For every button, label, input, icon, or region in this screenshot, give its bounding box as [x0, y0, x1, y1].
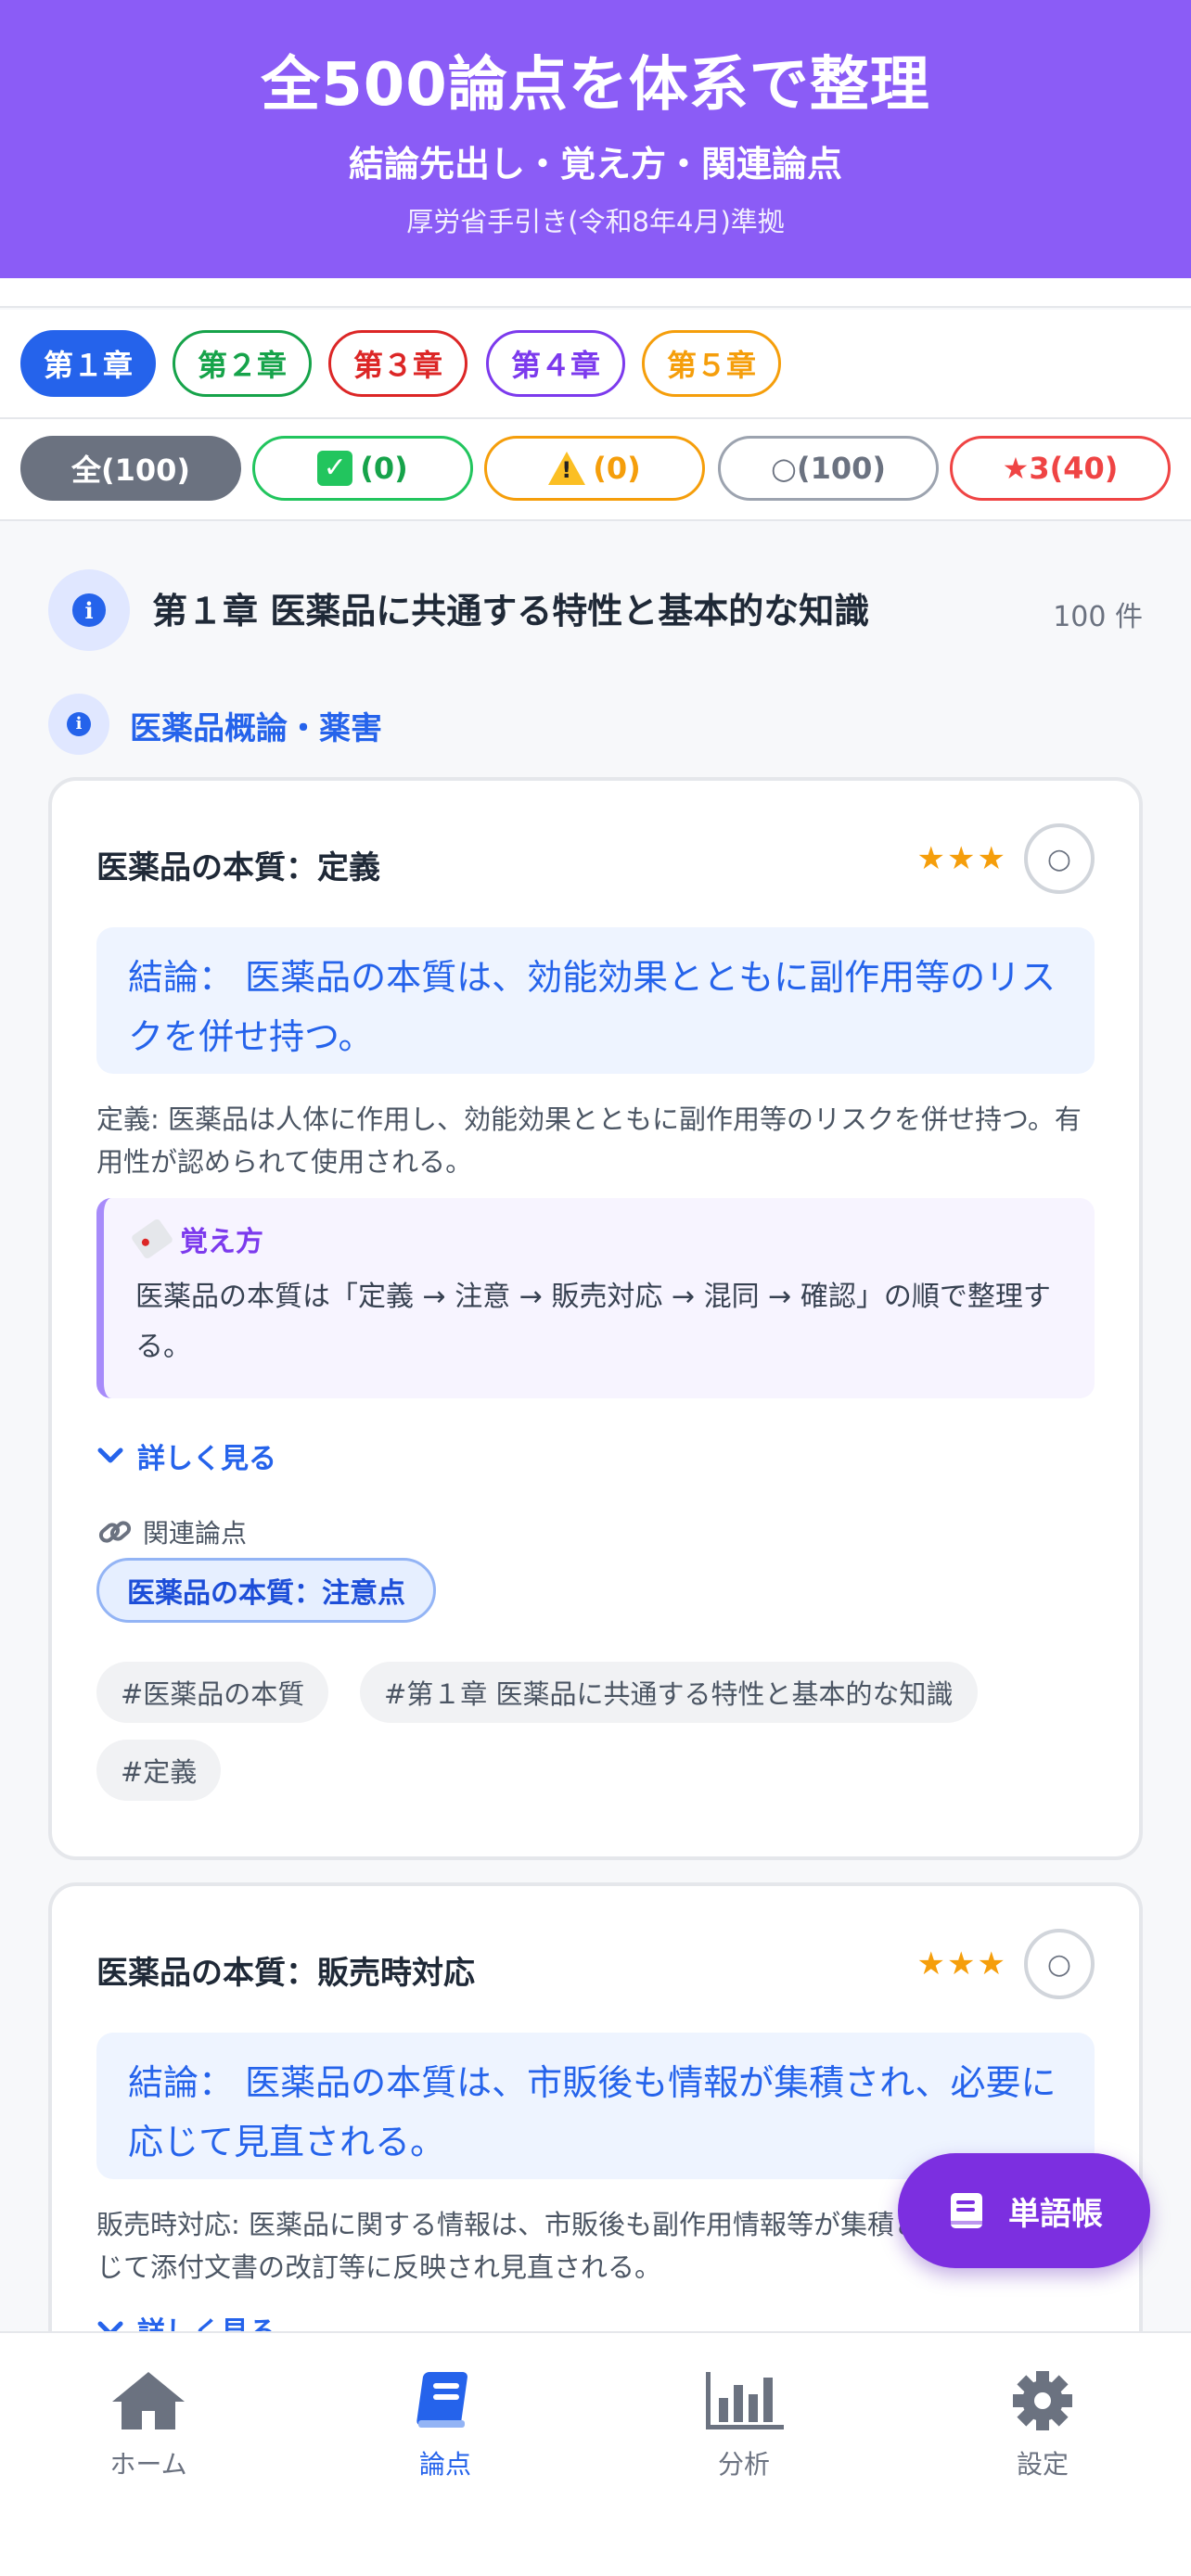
filter-warning[interactable]: ! (0)	[484, 436, 705, 501]
chapter-title: 第１章 医薬品に共通する特性と基本的な知識	[152, 591, 870, 631]
status-toggle-label: ○	[1046, 1947, 1072, 1981]
related-label: 関連論点	[96, 1513, 247, 1550]
check-icon: ✓	[317, 451, 353, 486]
conclusion-text: 結論： 医薬品の本質は、効能効果とともに副作用等のリスクを併せ持つ。	[128, 957, 1057, 1057]
status-toggle-button[interactable]: ○	[1024, 823, 1095, 894]
show-more-label: 詳しく見る	[137, 1443, 276, 1475]
filter-unseen-label: ○(100)	[771, 451, 886, 486]
conclusion-text: 結論： 医薬品の本質は、市販後も情報が集積され、必要に応じて見直される。	[128, 2062, 1057, 2162]
nav-topics-label: 論点	[418, 2449, 471, 2480]
hashtag-chip[interactable]: #医薬品の本質	[96, 1662, 329, 1723]
show-more-button[interactable]: 詳しく見る	[96, 1435, 276, 1476]
hashtag-label: #第１章 医薬品に共通する特性と基本的な知識	[384, 1678, 954, 1710]
hashtag-chip[interactable]: #第１章 医薬品に共通する特性と基本的な知識	[360, 1662, 978, 1723]
topic-card[interactable]: 医薬品の本質：定義 ★★★ ○ 結論： 医薬品の本質は、効能効果とともに副作用等…	[48, 777, 1143, 1860]
tab-chapter-1[interactable]: 第１章	[20, 330, 156, 397]
info-icon: i	[48, 569, 130, 651]
filter-done-label: (0)	[360, 451, 408, 486]
gear-icon	[1003, 2370, 1082, 2431]
tab-chapter-3[interactable]: 第３章	[328, 330, 467, 397]
bottom-navigation: ホーム 論点 分析 設定	[0, 2331, 1191, 2576]
tab-chapter-2[interactable]: 第２章	[173, 330, 312, 397]
tab-chapter-4-label: 第４章	[510, 348, 600, 383]
nav-home[interactable]: ホーム	[56, 2370, 241, 2481]
conclusion-box: 結論： 医薬品の本質は、効能効果とともに副作用等のリスクを併せ持つ。	[96, 927, 1095, 1074]
importance-stars: ★★★	[916, 1945, 1007, 1983]
card-title: 医薬品の本質：販売時対応	[96, 1955, 475, 1992]
tag-icon	[130, 1218, 174, 1260]
card-title: 医薬品の本質：定義	[96, 849, 380, 886]
chapter-count: 100 件	[1053, 601, 1143, 633]
nav-analysis-label: 分析	[717, 2449, 770, 2480]
book-icon	[405, 2370, 485, 2431]
tab-chapter-1-label: 第１章	[43, 348, 133, 383]
status-filters: 全(100) ✓ (0) ! (0) ○(100) ★3(40)	[0, 419, 1191, 521]
memo-text: 医薬品の本質は「定義 → 注意 → 販売対応 → 混同 → 確認」の順で整理する…	[135, 1281, 1051, 1363]
status-toggle-label: ○	[1046, 842, 1072, 875]
filter-starred[interactable]: ★3(40)	[950, 436, 1171, 501]
home-icon	[109, 2370, 188, 2431]
tab-chapter-2-label: 第２章	[197, 348, 287, 383]
header-divider	[0, 278, 1191, 308]
filter-starred-label: ★3(40)	[1002, 451, 1119, 486]
vocabulary-fab-button[interactable]: 単語帳	[898, 2153, 1150, 2268]
related-topic-label: 医薬品の本質：注意点	[127, 1577, 405, 1610]
hero-source: 厚労省手引き(令和8年4月)準拠	[406, 206, 785, 237]
bar-chart-icon	[704, 2370, 784, 2431]
link-icon	[98, 1521, 132, 1543]
warning-icon: !	[548, 452, 586, 485]
info-icon: i	[48, 694, 109, 755]
tab-chapter-4[interactable]: 第４章	[486, 330, 625, 397]
chapter-tabs: 第１章 第２章 第３章 第４章 第５章	[0, 310, 1191, 419]
tab-chapter-5[interactable]: 第５章	[642, 330, 781, 397]
definition-text: 定義: 医薬品は人体に作用し、効能効果とともに副作用等のリスクを併せ持つ。有用性…	[96, 1103, 1082, 1178]
hashtag-chip[interactable]: #定義	[96, 1740, 222, 1801]
filter-warning-label: (0)	[593, 451, 641, 486]
status-toggle-button[interactable]: ○	[1024, 1929, 1095, 1999]
related-topic-chip[interactable]: 医薬品の本質：注意点	[96, 1558, 436, 1623]
hashtag-label: #定義	[121, 1756, 198, 1788]
hero-header: 全500論点を体系で整理 結論先出し・覚え方・関連論点 厚労省手引き(令和8年4…	[0, 0, 1191, 278]
filter-unseen[interactable]: ○(100)	[718, 436, 939, 501]
subsection-title: 医薬品概論・薬害	[130, 710, 382, 747]
hashtag-label: #医薬品の本質	[121, 1678, 305, 1710]
filter-all-label: 全(100)	[70, 453, 191, 488]
nav-home-label: ホーム	[109, 2449, 187, 2480]
chevron-down-icon	[97, 1447, 123, 1463]
nav-analysis[interactable]: 分析	[651, 2370, 837, 2481]
tab-chapter-3-label: 第３章	[352, 348, 442, 383]
nav-settings[interactable]: 設定	[950, 2370, 1135, 2481]
hero-subtitle: 結論先出し・覚え方・関連論点	[348, 144, 842, 185]
nav-topics[interactable]: 論点	[352, 2370, 538, 2481]
filter-done[interactable]: ✓ (0)	[252, 436, 473, 501]
book-icon	[951, 2193, 982, 2228]
nav-settings-label: 設定	[1016, 2449, 1069, 2480]
tab-chapter-5-label: 第５章	[666, 348, 756, 383]
fab-label: 単語帳	[1008, 2195, 1103, 2233]
memo-label: 覚え方	[180, 1226, 263, 1258]
related-label-text: 関連論点	[143, 1518, 248, 1549]
hero-title: 全500論点を体系で整理	[261, 51, 930, 120]
memo-box: 覚え方 医薬品の本質は「定義 → 注意 → 販売対応 → 混同 → 確認」の順で…	[96, 1198, 1095, 1398]
importance-stars: ★★★	[916, 840, 1007, 877]
filter-all[interactable]: 全(100)	[20, 436, 241, 501]
